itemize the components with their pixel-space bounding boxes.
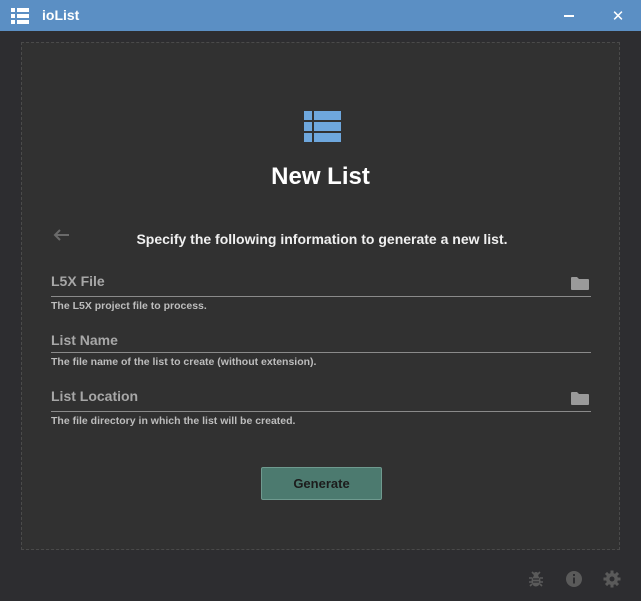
field-help: The L5X project file to process. [51, 300, 207, 312]
info-icon[interactable] [565, 570, 583, 588]
field-underline [51, 411, 591, 412]
field-label: List Location [51, 388, 139, 404]
bug-icon[interactable] [527, 570, 545, 588]
arrow-left-icon[interactable] [52, 228, 70, 242]
page-title: New List [271, 163, 370, 190]
field-help: The file directory in which the list wil… [51, 415, 296, 427]
generate-button[interactable]: Generate [261, 467, 382, 500]
list-icon [11, 8, 31, 24]
field-label: List Name [51, 332, 118, 348]
close-button[interactable]: ✕ [602, 0, 634, 31]
field-underline [51, 352, 591, 353]
list-name-field[interactable]: List Name The file name of the list to c… [51, 332, 591, 372]
field-label: L5X File [51, 273, 105, 289]
l5x-file-field[interactable]: L5X File The L5X project file to process… [51, 273, 591, 313]
close-icon: ✕ [611, 6, 625, 25]
title-bar: ioList ✕ [0, 0, 641, 31]
field-help: The file name of the list to create (wit… [51, 356, 317, 368]
list-location-field[interactable]: List Location The file directory in whic… [51, 388, 591, 430]
instructions-text: Specify the following information to gen… [136, 231, 508, 247]
window-title: ioList [42, 7, 80, 23]
window-content: New List Specify the following informati… [0, 31, 641, 601]
new-list-panel: New List Specify the following informati… [21, 42, 620, 550]
folder-icon[interactable] [571, 276, 589, 290]
gear-icon[interactable] [603, 570, 621, 588]
list-icon [304, 111, 341, 142]
folder-icon[interactable] [571, 391, 589, 405]
field-underline [51, 296, 591, 297]
minimize-icon [564, 14, 574, 17]
minimize-button[interactable] [553, 0, 585, 31]
